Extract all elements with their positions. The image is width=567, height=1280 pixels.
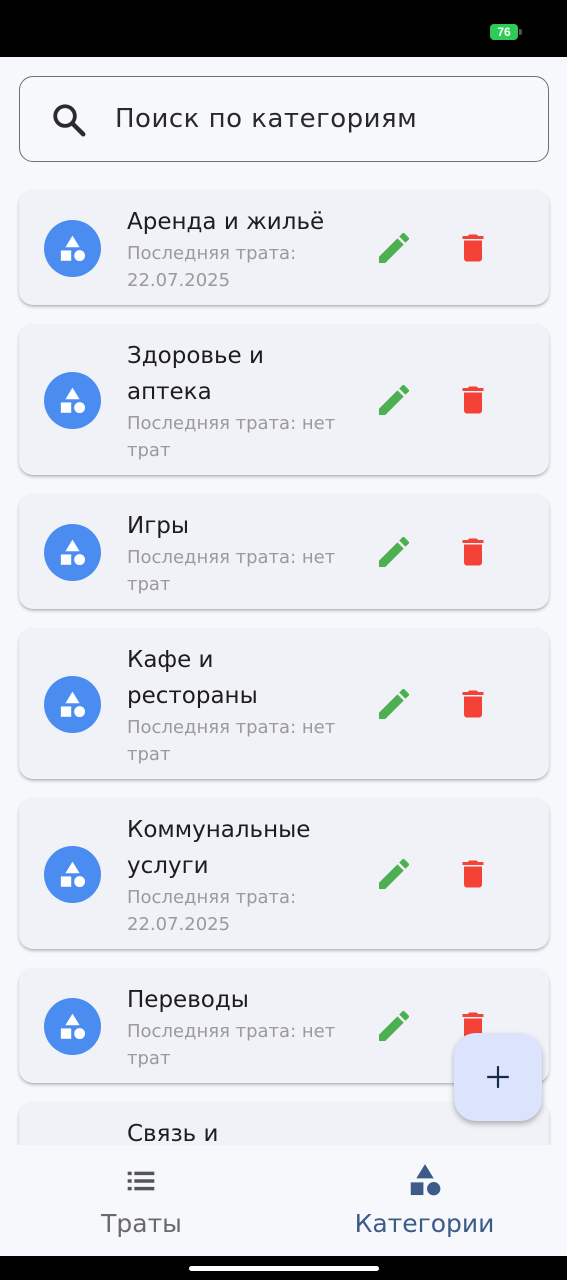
edit-icon[interactable] [374,380,414,420]
category-avatar [44,998,101,1055]
add-category-button[interactable] [454,1033,542,1121]
status-bar: 76 [0,0,567,57]
category-name: Коммунальные услуги [127,817,311,879]
category-name: Здоровье и аптека [127,343,264,405]
category-icon [410,1164,441,1196]
delete-icon[interactable] [455,532,491,572]
list-icon [127,1171,155,1191]
gesture-bar-area [0,1256,567,1280]
category-icon [60,235,86,262]
category-last-spend: Последняя трата: 22.07.2025 [127,243,297,291]
category-card[interactable]: Здоровье и аптека Последняя трата: нет т… [19,324,549,475]
category-card[interactable]: Коммунальные услуги Последняя трата: 22.… [19,798,549,949]
category-card[interactable]: Игры Последняя трата: нет трат [19,494,549,609]
edit-icon[interactable] [374,1006,414,1046]
nav-item-spendings[interactable]: Траты [0,1147,283,1256]
category-card[interactable]: Кафе и рестораны Последняя трата: нет тр… [19,628,549,779]
edit-icon[interactable] [374,532,414,572]
delete-icon[interactable] [455,854,491,894]
category-last-spend: Последняя трата: нет трат [127,717,336,765]
category-list[interactable]: Аренда и жильё Последняя трата: 22.07.20… [0,170,567,1145]
search-placeholder: Поиск по категориям [115,104,418,134]
category-last-spend: Последняя трата: 22.07.2025 [127,887,297,935]
category-last-spend: Последняя трата: нет трат [127,547,336,595]
battery-tip [519,29,522,35]
delete-icon[interactable] [455,228,491,268]
category-avatar [44,372,101,429]
category-avatar [44,220,101,277]
search-icon [53,104,86,137]
nav-label: Траты [101,1209,182,1238]
nav-label: Категории [354,1209,495,1238]
category-last-spend: Последняя трата: нет трат [127,1021,336,1069]
delete-icon[interactable] [455,380,491,420]
edit-icon[interactable] [374,854,414,894]
category-avatar [44,524,101,581]
edit-icon[interactable] [374,228,414,268]
category-avatar [44,676,101,733]
category-name: Кафе и рестораны [127,647,258,709]
plus-icon [487,1066,509,1088]
category-avatar [44,846,101,903]
category-card[interactable]: Аренда и жильё Последняя трата: 22.07.20… [19,190,549,305]
nav-item-categories[interactable]: Категории [283,1147,566,1256]
category-icon [60,387,86,414]
category-name: Игры [127,513,190,539]
delete-icon[interactable] [455,684,491,724]
category-name: Связь и [127,1121,219,1145]
bottom-navigation: Траты Категории [0,1147,567,1256]
search-input[interactable]: Поиск по категориям [19,76,549,162]
edit-icon[interactable] [374,684,414,724]
category-icon [60,861,86,888]
category-name: Переводы [127,987,249,1013]
category-last-spend: Последняя трата: нет трат [127,413,336,461]
category-icon [60,1013,86,1040]
category-name: Аренда и жильё [127,209,325,235]
battery-icon: 76 [490,24,518,40]
category-icon [60,691,86,718]
home-indicator[interactable] [189,1266,379,1271]
category-icon [60,539,86,566]
